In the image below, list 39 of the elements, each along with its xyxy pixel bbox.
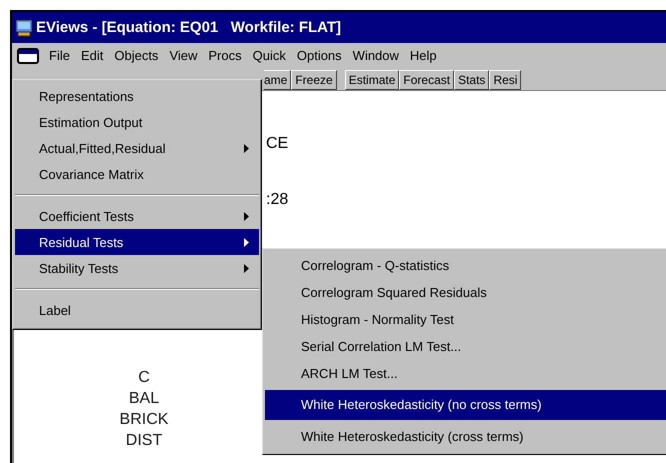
menu-item[interactable]: Correlogram - Q-statistics — [265, 252, 666, 279]
menu-item[interactable]: Quick — [252, 48, 287, 63]
variable-name: BRICK — [118, 410, 170, 430]
menu-item[interactable]: View — [168, 48, 198, 63]
menu-item[interactable]: Histogram - Normality Test — [265, 306, 666, 333]
menu-item[interactable]: Estimation Output — [15, 109, 259, 135]
menu-item[interactable]: Serial Correlation LM Test... — [265, 333, 666, 360]
toolbar-button[interactable]: ame — [264, 70, 292, 90]
toolbar-button[interactable]: Freeze — [291, 70, 337, 90]
menu-item[interactable]: Stability Tests — [15, 255, 259, 281]
menu-item[interactable]: Edit — [80, 48, 104, 63]
menu-item[interactable]: ARCH LM Test... — [265, 360, 666, 387]
variable-name: BAL — [128, 389, 160, 409]
menu-item[interactable]: Procs — [207, 48, 243, 63]
menu-item[interactable]: Coefficient Tests — [15, 203, 259, 229]
output-text: :28 — [266, 191, 288, 210]
menu-item[interactable]: Window — [352, 48, 400, 63]
menu-item[interactable]: Covariance Matrix — [15, 161, 259, 187]
output-text: CE — [266, 135, 288, 154]
menu-item[interactable]: Actual,Fitted,Residual — [15, 135, 259, 161]
app-icon[interactable] — [15, 18, 33, 36]
document-icon[interactable] — [17, 48, 39, 64]
variable-name: C — [137, 368, 151, 388]
toolbar-button[interactable]: Resi — [489, 70, 522, 90]
menu-item[interactable]: Representations — [15, 83, 259, 109]
variable-name: DIST — [124, 431, 164, 451]
menu-item[interactable]: File — [48, 48, 71, 63]
toolbar-button[interactable]: Stats — [454, 70, 490, 90]
toolbar-button[interactable]: Forecast — [399, 70, 454, 90]
menu-item[interactable]: Correlogram Squared Residuals — [265, 279, 666, 306]
window-title: EViews - [Equation: EQ01 Workfile: FLAT] — [36, 19, 342, 36]
menu-item[interactable]: White Heteroskedasticity (cross terms) — [265, 423, 666, 450]
menu-item[interactable]: White Heteroskedasticity (no cross terms) — [265, 390, 666, 420]
menu-item[interactable]: Options — [296, 48, 343, 63]
menu-item[interactable]: Residual Tests — [15, 229, 259, 255]
menu-item[interactable]: Label — [15, 297, 259, 323]
menu-item[interactable]: Objects — [113, 48, 160, 63]
menu-item[interactable]: Help — [408, 48, 438, 63]
toolbar-button[interactable]: Estimate — [344, 70, 400, 90]
